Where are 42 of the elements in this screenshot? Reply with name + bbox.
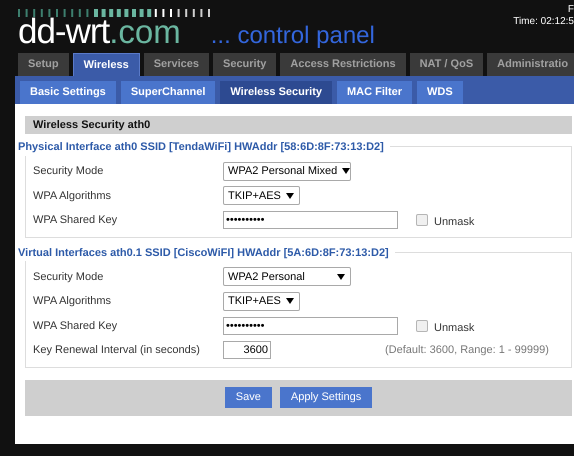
main-tab[interactable]: Security (212, 53, 276, 76)
interval-field[interactable]: 3600 (223, 341, 271, 360)
select-value: TKIP+AES (228, 294, 281, 309)
unmask-label: Unmask (434, 320, 474, 336)
main-tab[interactable]: NAT / QoS (410, 53, 484, 76)
field-label: WPA Algorithms (33, 294, 112, 309)
password-field[interactable]: •••••••••• (223, 316, 398, 335)
logo-text: dd-wrt (18, 15, 110, 49)
section-header: Wireless Security ath0 (25, 116, 572, 134)
select-field[interactable]: TKIP+AES (223, 292, 300, 311)
tagline: ... control panel (210, 23, 375, 49)
action-button[interactable]: Apply Settings (280, 387, 372, 408)
sub-tab[interactable]: WDS (417, 81, 463, 104)
unmask-label: Unmask (434, 215, 474, 230)
select-field[interactable]: WPA2 Personal (223, 267, 351, 286)
field-label: WPA Shared Key (33, 213, 118, 228)
field-label: WPA Algorithms (33, 188, 112, 204)
select-value: TKIP+AES (228, 188, 281, 204)
select-value: WPA2 Personal (228, 270, 305, 284)
main-tab[interactable]: Services (144, 53, 209, 76)
sub-tab[interactable]: Wireless Security (220, 81, 332, 104)
status-text: Time: 02:12:5 (513, 16, 574, 28)
logo-domain: .com (109, 15, 181, 49)
select-field[interactable]: WPA2 Personal Mixed (223, 162, 351, 181)
password-field[interactable]: •••••••••• (223, 211, 398, 230)
select-value: WPA2 Personal Mixed (228, 164, 338, 179)
field-label: Key Renewal Interval (in seconds) (33, 343, 201, 358)
interval-hint: (Default: 3600, Range: 1 - 99999) (385, 343, 549, 358)
main-tab[interactable]: Wireless (72, 53, 140, 76)
sub-tab[interactable]: Basic Settings (20, 81, 116, 104)
sub-tab[interactable]: MAC Filter (337, 81, 412, 104)
sub-tab[interactable]: SuperChannel (120, 81, 216, 104)
field-label: Security Mode (33, 164, 104, 179)
field-label: Security Mode (33, 270, 104, 284)
action-button[interactable]: Save (224, 387, 272, 408)
select-field[interactable]: TKIP+AES (223, 186, 300, 206)
status-text: F (568, 4, 574, 16)
main-tab[interactable]: Access Restrictions (280, 53, 406, 76)
main-tab[interactable]: Setup (18, 53, 69, 76)
fieldset-legend: Physical Interface ath0 SSID [TendaWiFi] HWAddr [58:6D:8F:73:13:D2] (18, 139, 390, 156)
main-tab[interactable]: Administratio (487, 53, 574, 76)
field-label: WPA Shared Key (33, 318, 118, 334)
